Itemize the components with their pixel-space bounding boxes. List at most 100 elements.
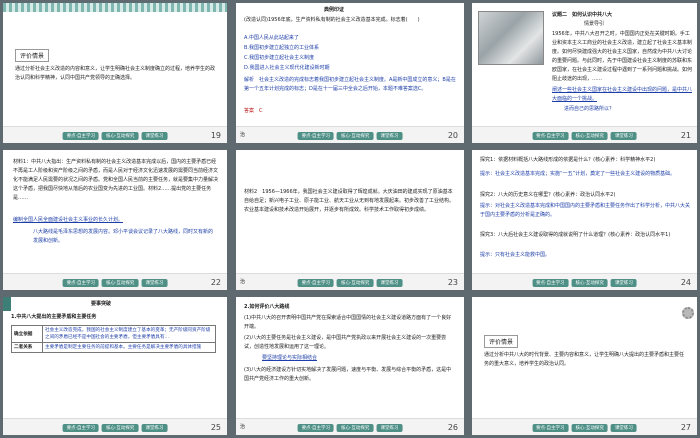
slide-footer: 治 要点·自主学习 核心·互动探究 课堂练习 23 — [236, 273, 464, 290]
gear-icon — [682, 307, 694, 319]
question-text: (改造认同)1956年底，生产资料私有制的社会主义改造基本完成。标志着( ) — [244, 17, 420, 23]
paragraph-2: (2)八大的主要任务是社会主义建设，是中国共产党执政以来开展社会主义建设的一次重… — [244, 335, 447, 350]
slide-body: 通过分析社会主义改造的内容和意义，让学生明确社会主义制度确立的过程，培养学生的政… — [15, 66, 216, 81]
slide-20[interactable]: 典例印证 (改造认同)1956年底，生产资料私有制的社会主义改造基本完成。标志着… — [236, 3, 464, 143]
nav-mid-button[interactable]: 核心·互动探究 — [337, 132, 374, 140]
slide-24[interactable]: 探究1：依据材料概括八大路线形成的依据是什么？(核心素养：科学精神水平2) 提示… — [472, 150, 697, 290]
nav-prev-button[interactable]: 要点·自主学习 — [532, 132, 569, 140]
table-row: 确立依据 社会主义改造完成，我国的社会主义制度建立了基本的变革；无产阶级同资产阶… — [11, 325, 216, 343]
nav-next-button[interactable]: 课堂练习 — [141, 424, 168, 432]
slide-footer: 治 要点·自主学习 核心·互动探究 课堂练习 20 — [236, 126, 464, 143]
slide-body: 通过分析中共八大的时代背景、主要内容和意义，让学生明确八大提出的主要矛盾和主要任… — [484, 352, 685, 367]
slide-26[interactable]: 2.如何评价八大路线 (1)中共八大的召开表明中国共产党在探索适合中国国情的社会… — [236, 297, 464, 435]
nav-next-button[interactable]: 课堂练习 — [610, 279, 637, 287]
body-link[interactable]: 编制全国人民全面建设社会主义事业的长久计划。 — [13, 216, 218, 225]
slide-footer: 要点·自主学习 核心·互动探究 课堂练习 22 — [3, 273, 227, 290]
nav-prev-button[interactable]: 要点·自主学习 — [297, 279, 334, 287]
nav-prev-button[interactable]: 要点·自主学习 — [62, 424, 99, 432]
slide-footer: 要点·自主学习 核心·互动探究 课堂练习 25 — [3, 418, 227, 435]
page-number: 20 — [447, 131, 458, 140]
nav-prev-button[interactable]: 要点·自主学习 — [532, 424, 569, 432]
nav-prev-button[interactable]: 要点·自主学习 — [62, 279, 99, 287]
paragraph-1: (1)中共八大的召开表明中国共产党在探索适合中国国情的社会主义建设道路方面有了一… — [244, 315, 452, 330]
nav-next-button[interactable]: 课堂练习 — [610, 132, 637, 140]
section-title: 2.如何评价八大路线 — [244, 304, 290, 310]
slide-footer: 要点·自主学习 核心·互动探究 课堂练习 27 — [472, 418, 697, 435]
photo-image — [478, 11, 544, 65]
table-row: 二者关系 主要矛盾是制定主要任务的前提和基本。主要任务是解决主要矛盾的具体措施 — [11, 342, 216, 353]
nav-next-button[interactable]: 课堂练习 — [376, 424, 403, 432]
nav-next-button[interactable]: 课堂练习 — [141, 279, 168, 287]
analysis-text: 解析 社会主义改造的完成标志着我国初步建立起社会主义制度。A是新中国成立的意义；… — [244, 77, 456, 92]
section-heading: 评价情景 — [15, 49, 50, 62]
nav-mid-button[interactable]: 核心·互动探究 — [337, 279, 374, 287]
nav-mid-button[interactable]: 核心·互动探究 — [102, 132, 139, 140]
paragraph-3: (3)八大的经济建设方针切实地解决了发展问题，速度与平衡、发展与综合平衡的矛盾，… — [244, 367, 452, 382]
slide-nav: 要点·自主学习 核心·互动探究 课堂练习 — [62, 424, 168, 432]
nav-mid-button[interactable]: 核心·互动探究 — [337, 424, 374, 432]
nav-mid-button[interactable]: 核心·互动探究 — [571, 279, 608, 287]
slide-footer: 治 要点·自主学习 核心·互动探究 课堂练习 26 — [236, 418, 464, 435]
quote-text: 八大路线是毛泽东思想的发展内容。邓小平谈会议记录了八大路线，同时又有新的发展和创… — [33, 229, 214, 244]
option-c: C.我国初步建立起社会主义制度 — [244, 55, 315, 61]
slide-25[interactable]: 要事突破 1.中共八大提出的主要矛盾和主要任务 确立依据 社会主义改造完成，我国… — [3, 297, 227, 435]
nav-next-button[interactable]: 课堂练习 — [376, 132, 403, 140]
nav-mid-button[interactable]: 核心·互动探究 — [571, 132, 608, 140]
heading-bar — [3, 297, 11, 311]
nav-mid-button[interactable]: 核心·互动探究 — [102, 279, 139, 287]
slide-22[interactable]: 材料1：中共八大指出：生产资料私有制的社会主义改造基本完成以后，国内的主要矛盾已… — [3, 150, 227, 290]
option-a: A.中国人民从此站起来了 — [244, 35, 299, 41]
answer-3: 提示：只有社会主义能救中国。 — [480, 252, 551, 258]
row-label: 确立依据 — [11, 325, 43, 343]
option-b: B.我国初步建立起独立的工业体系 — [244, 45, 320, 51]
row-text: 社会主义改造完成，我国的社会主义制度建立了基本的变革；无产阶级同资产阶级之间的矛… — [42, 325, 216, 343]
slide-nav: 要点·自主学习 核心·互动探究 课堂练习 — [532, 424, 637, 432]
page-number: 22 — [210, 278, 221, 287]
nav-mid-button[interactable]: 核心·互动探究 — [571, 424, 608, 432]
nav-mid-button[interactable]: 核心·互动探究 — [102, 424, 139, 432]
nav-next-button[interactable]: 课堂练习 — [141, 132, 168, 140]
footer-mark: 治 — [240, 132, 246, 138]
body-link[interactable]: 阐述一些社会主义国家在社会主义建设中出现的问题，是中共八大面临的一个挑战。 — [552, 86, 692, 104]
nav-prev-button[interactable]: 要点·自主学习 — [62, 132, 99, 140]
slide-body: 材料2 1956—1966年，我国社会主义建设取得了辉煌成就。大庆油田的建成实现… — [244, 189, 455, 213]
slide-footer: 要点·自主学习 核心·互动探究 课堂练习 24 — [472, 273, 697, 290]
section-heading: 评价情景 — [484, 335, 519, 348]
nav-next-button[interactable]: 课堂练习 — [376, 279, 403, 287]
slide-nav: 要点·自主学习 核心·互动探究 课堂练习 — [297, 424, 403, 432]
slide-23[interactable]: 材料2 1956—1966年，我国社会主义建设取得了辉煌成就。大庆油田的建成实现… — [236, 150, 464, 290]
answer-2: 提示：对社会主义改造基本完成和中国国内的主要矛盾和主要任务作出了科学分析，中共八… — [480, 203, 691, 218]
summary-table: 确立依据 社会主义改造完成，我国的社会主义制度建立了基本的变革；无产阶级同资产阶… — [11, 325, 216, 353]
slide-21[interactable]: 议题二 如何认识中共八大 情景导引 1956年，中共八大召开之时，中国国内正处在… — [472, 3, 697, 143]
slide-footer: 要点·自主学习 核心·互动探究 课堂练习 19 — [3, 126, 227, 143]
slide-nav: 要点·自主学习 核心·互动探究 课堂练习 — [297, 132, 403, 140]
answer-1: 提示：社会主义改造基本完成；实施“一五”计划，奠定了一些社会主义建设的物质基础。 — [480, 171, 676, 177]
slide-header-stripe — [3, 3, 227, 12]
slide-body: 1956年，中共八大召开之时，中国国内正处在关键时期。手工业和资本主义工商业的社… — [552, 31, 692, 82]
nav-next-button[interactable]: 课堂练习 — [610, 424, 637, 432]
nav-prev-button[interactable]: 要点·自主学习 — [532, 279, 569, 287]
answer-text: 答案 C — [244, 108, 263, 114]
question-1: 探究1：依据材料概括八大路线形成的依据是什么？(核心素养：科学精神水平2) — [480, 157, 656, 163]
table-title: 1.中共八大提出的主要矛盾和主要任务 — [11, 314, 97, 320]
slide-nav: 要点·自主学习 核心·互动探究 课堂练习 — [532, 132, 637, 140]
page-number: 27 — [680, 423, 691, 432]
slide-19[interactable]: 评价情景 通过分析社会主义改造的内容和意义，让学生明确社会主义制度确立的过程，培… — [3, 3, 227, 143]
question-2: 探究2：八大的历史意义在哪里？(核心素养：政治认同水平2) — [480, 192, 616, 198]
nav-prev-button[interactable]: 要点·自主学习 — [297, 132, 334, 140]
slide-nav: 要点·自主学习 核心·互动探究 课堂练习 — [62, 132, 168, 140]
extra-note: 进而自己的思路所以？ — [564, 106, 615, 112]
slide-nav: 要点·自主学习 核心·互动探究 课堂练习 — [297, 279, 403, 287]
section-heading: 要事突破 — [91, 301, 112, 307]
nav-prev-button[interactable]: 要点·自主学习 — [297, 424, 334, 432]
slide-footer: 要点·自主学习 核心·互动探究 课堂练习 21 — [472, 126, 697, 143]
body-link[interactable]: 要坚持理论与实际相结合 — [262, 354, 317, 363]
row-text: 主要矛盾是制定主要任务的前提和基本。主要任务是解决主要矛盾的具体措施 — [42, 342, 216, 353]
slide-nav: 要点·自主学习 核心·互动探究 课堂练习 — [532, 279, 637, 287]
slide-27[interactable]: 评价情景 通过分析中共八大的时代背景、主要内容和意义，让学生明确八大提出的主要矛… — [472, 297, 697, 435]
slide-nav: 要点·自主学习 核心·互动探究 课堂练习 — [62, 279, 168, 287]
page-number: 25 — [210, 423, 221, 432]
row-label: 二者关系 — [11, 342, 43, 353]
footer-mark: 治 — [240, 424, 246, 430]
sub-heading: 情景导引 — [584, 21, 605, 27]
